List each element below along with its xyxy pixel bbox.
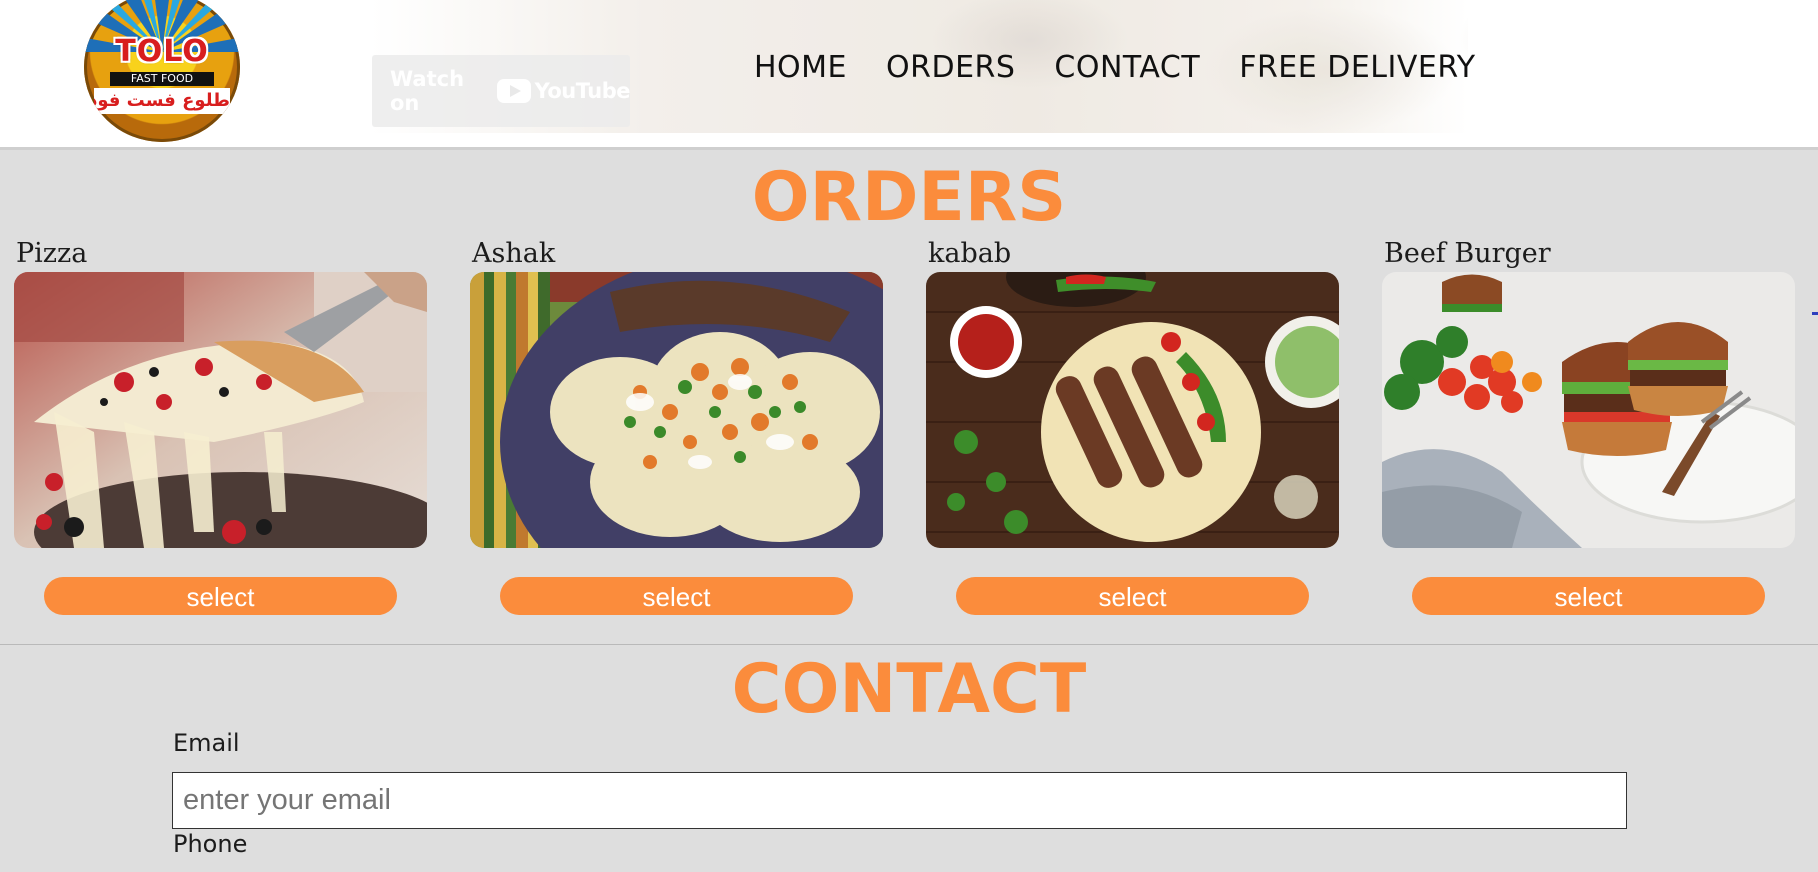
pizza-image	[14, 272, 427, 548]
select-kabab-button[interactable]: select	[956, 577, 1309, 615]
select-pizza-button[interactable]: select	[44, 577, 397, 615]
orders-heading: ORDERS	[751, 158, 1067, 237]
youtube-logo: YouTube	[496, 79, 631, 103]
order-card-title: Ashak	[472, 238, 556, 269]
nav-orders[interactable]: ORDERS	[886, 50, 1015, 85]
phone-label: Phone	[173, 830, 248, 858]
site-header: TOLO FAST FOOD طلوع فست فود Watch on You…	[0, 0, 1818, 150]
youtube-play-icon	[496, 79, 531, 103]
beef-burger-image	[1382, 272, 1795, 548]
main-nav: HOME ORDERS CONTACT FREE DELIVERY	[754, 50, 1476, 85]
select-beef-burger-button[interactable]: select	[1412, 577, 1765, 615]
watch-on-label: Watch on	[390, 67, 465, 115]
order-card-title: Beef Burger	[1384, 238, 1551, 269]
order-card-pizza: Pizza	[14, 236, 428, 548]
order-card-title: Pizza	[16, 238, 88, 269]
section-divider	[0, 644, 1818, 645]
logo-sunburst-graphic	[84, 0, 240, 52]
scroll-edge-indicator	[1812, 312, 1818, 315]
email-field[interactable]	[172, 772, 1627, 829]
logo-subtitle: FAST FOOD	[110, 72, 214, 86]
select-ashak-button[interactable]: select	[500, 577, 853, 615]
order-card-beef-burger: Beef Burger	[1382, 236, 1796, 548]
youtube-wordmark: YouTube	[534, 79, 631, 103]
nav-free-delivery[interactable]: FREE DELIVERY	[1239, 50, 1475, 85]
order-card-kabab: kabab	[926, 236, 1340, 548]
contact-heading: CONTACT	[731, 650, 1087, 729]
nav-contact[interactable]: CONTACT	[1054, 50, 1200, 85]
site-logo[interactable]: TOLO FAST FOOD طلوع فست فود	[84, 0, 240, 142]
kabab-image	[926, 272, 1339, 548]
email-label: Email	[173, 729, 240, 757]
logo-title: TOLO	[115, 34, 209, 69]
ashak-image	[470, 272, 883, 548]
order-card-ashak: Ashak	[470, 236, 884, 548]
order-card-title: kabab	[928, 238, 1012, 269]
nav-home[interactable]: HOME	[754, 50, 847, 85]
watch-on-youtube-button[interactable]: Watch on YouTube	[372, 55, 631, 127]
logo-arabic-text: طلوع فست فود	[94, 88, 230, 114]
